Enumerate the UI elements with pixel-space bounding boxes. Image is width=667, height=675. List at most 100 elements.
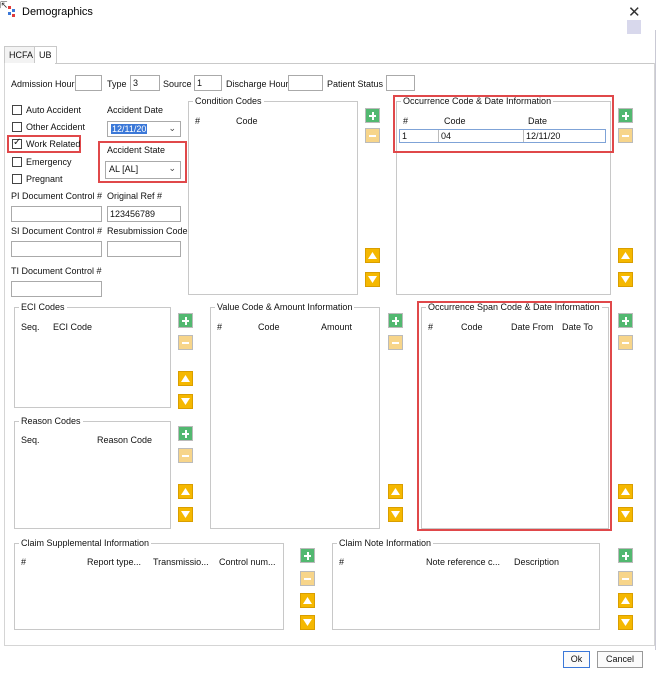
column-header[interactable]: # xyxy=(339,557,344,567)
patient-status-input[interactable] xyxy=(386,75,415,91)
resubmission-code-label: Resubmission Code xyxy=(107,226,188,236)
cancel-button[interactable]: Cancel xyxy=(597,651,643,668)
column-header[interactable]: Code xyxy=(236,116,258,126)
supplemental-arrow-down-icon[interactable] xyxy=(300,615,315,630)
column-header[interactable]: # xyxy=(195,116,200,126)
original-ref-input[interactable]: 123456789 xyxy=(107,206,181,222)
source-label: Source xyxy=(163,79,192,89)
tab-hcfa[interactable]: HCFA xyxy=(4,46,39,64)
admission-hour-input[interactable] xyxy=(75,75,102,91)
span-arrow-down-icon[interactable] xyxy=(618,507,633,522)
span-arrow-up-icon[interactable] xyxy=(618,484,633,499)
supplemental-arrow-up-icon[interactable] xyxy=(300,593,315,608)
pregnant-checkbox[interactable] xyxy=(12,174,22,184)
note-arrow-down-icon[interactable] xyxy=(618,615,633,630)
column-header[interactable]: Amount xyxy=(321,322,352,332)
accident-date-picker[interactable]: 12/11/20 ⌄ xyxy=(107,121,181,137)
ti-doc-control-input[interactable] xyxy=(11,281,102,297)
occurrence-remove-icon[interactable] xyxy=(618,128,633,143)
value-remove-icon[interactable] xyxy=(388,335,403,350)
other-accident-checkbox[interactable] xyxy=(12,122,22,132)
reason-remove-icon[interactable] xyxy=(178,448,193,463)
condition-arrow-up-icon[interactable] xyxy=(365,248,380,263)
occurrence-add-icon[interactable] xyxy=(618,108,633,123)
occurrence-arrow-down-icon[interactable] xyxy=(618,272,633,287)
eci-add-icon[interactable] xyxy=(178,313,193,328)
column-header[interactable]: # xyxy=(21,557,26,567)
discharge-hour-input[interactable] xyxy=(288,75,323,91)
reason-arrow-down-icon[interactable] xyxy=(178,507,193,522)
si-doc-control-input[interactable] xyxy=(11,241,102,257)
accident-state-value: AL [AL] xyxy=(109,164,139,174)
occurrence-arrow-up-icon[interactable] xyxy=(618,248,633,263)
accident-date-value: 12/11/20 xyxy=(111,124,148,134)
column-header[interactable]: Note reference c... xyxy=(426,557,500,567)
work-related-checkbox[interactable] xyxy=(12,137,22,149)
reason-arrow-up-icon[interactable] xyxy=(178,484,193,499)
eci-remove-icon[interactable] xyxy=(178,335,193,350)
column-header[interactable]: Control num... xyxy=(219,557,276,567)
note-add-icon[interactable] xyxy=(618,548,633,563)
eci-codes-group: ECI Codes Seq. ECI Code xyxy=(14,302,171,408)
eci-arrow-down-icon[interactable] xyxy=(178,394,193,409)
tab-ub-label: UB xyxy=(39,50,52,60)
condition-arrow-down-icon[interactable] xyxy=(365,272,380,287)
title-bar xyxy=(0,0,667,26)
other-accident-label: Other Accident xyxy=(26,122,86,132)
column-header[interactable]: Transmissio... xyxy=(153,557,209,567)
discharge-hour-label: Discharge Hour xyxy=(226,79,289,89)
note-remove-icon[interactable] xyxy=(618,571,633,586)
condition-codes-group: Condition Codes # Code xyxy=(188,96,358,295)
claim-supplemental-group: Claim Supplemental Information # Report … xyxy=(14,538,284,630)
work-related-label: Work Related xyxy=(26,139,81,149)
resubmission-code-input[interactable] xyxy=(107,241,181,257)
scrollbar-stub[interactable] xyxy=(627,20,641,34)
window-divider xyxy=(655,30,656,650)
auto-accident-checkbox[interactable] xyxy=(12,105,22,115)
note-arrow-up-icon[interactable] xyxy=(618,593,633,608)
admission-hour-label: Admission Hour xyxy=(11,79,75,89)
value-arrow-up-icon[interactable] xyxy=(388,484,403,499)
accident-state-label: Accident State xyxy=(107,145,166,155)
reason-codes-group: Reason Codes Seq. Reason Code xyxy=(14,416,171,529)
supplemental-remove-icon[interactable] xyxy=(300,571,315,586)
value-codes-title: Value Code & Amount Information xyxy=(215,302,355,312)
column-header[interactable]: Description xyxy=(514,557,559,567)
column-header[interactable]: Report type... xyxy=(87,557,141,567)
reason-add-icon[interactable] xyxy=(178,426,193,441)
si-doc-control-label: SI Document Control # xyxy=(11,226,103,236)
span-add-icon[interactable] xyxy=(618,313,633,328)
column-header[interactable]: Seq. xyxy=(21,322,40,332)
condition-remove-icon[interactable] xyxy=(365,128,380,143)
patient-status-label: Patient Status xyxy=(327,79,384,89)
eci-arrow-up-icon[interactable] xyxy=(178,371,193,386)
chevron-down-icon: ⌄ xyxy=(168,164,176,174)
condition-add-icon[interactable] xyxy=(365,108,380,123)
emergency-checkbox[interactable] xyxy=(12,157,22,167)
supplemental-add-icon[interactable] xyxy=(300,548,315,563)
tab-divider xyxy=(55,63,654,64)
type-input[interactable]: 3 xyxy=(130,75,160,91)
corner-mark-icon: ⇱ xyxy=(0,0,8,10)
chevron-down-icon: ⌄ xyxy=(168,124,176,134)
pi-doc-control-input[interactable] xyxy=(11,206,102,222)
original-ref-label: Original Ref # xyxy=(107,191,163,201)
window-title: Demographics xyxy=(22,6,93,18)
column-header[interactable]: Reason Code xyxy=(97,435,152,445)
span-remove-icon[interactable] xyxy=(618,335,633,350)
value-arrow-down-icon[interactable] xyxy=(388,507,403,522)
pi-doc-control-label: PI Document Control # xyxy=(11,191,103,201)
accident-state-select[interactable]: AL [AL] ⌄ xyxy=(105,161,181,179)
source-input[interactable]: 1 xyxy=(194,75,222,91)
column-header[interactable]: Seq. xyxy=(21,435,40,445)
claim-note-group: Claim Note Information # Note reference … xyxy=(332,538,600,630)
column-header[interactable]: ECI Code xyxy=(53,322,92,332)
occurrence-highlight xyxy=(393,95,614,153)
value-codes-group: Value Code & Amount Information # Code A… xyxy=(210,302,380,529)
close-icon[interactable]: ✕ xyxy=(628,3,641,21)
column-header[interactable]: # xyxy=(217,322,222,332)
column-header[interactable]: Code xyxy=(258,322,280,332)
ok-button[interactable]: Ok xyxy=(563,651,590,668)
claim-note-title: Claim Note Information xyxy=(337,538,434,548)
value-add-icon[interactable] xyxy=(388,313,403,328)
